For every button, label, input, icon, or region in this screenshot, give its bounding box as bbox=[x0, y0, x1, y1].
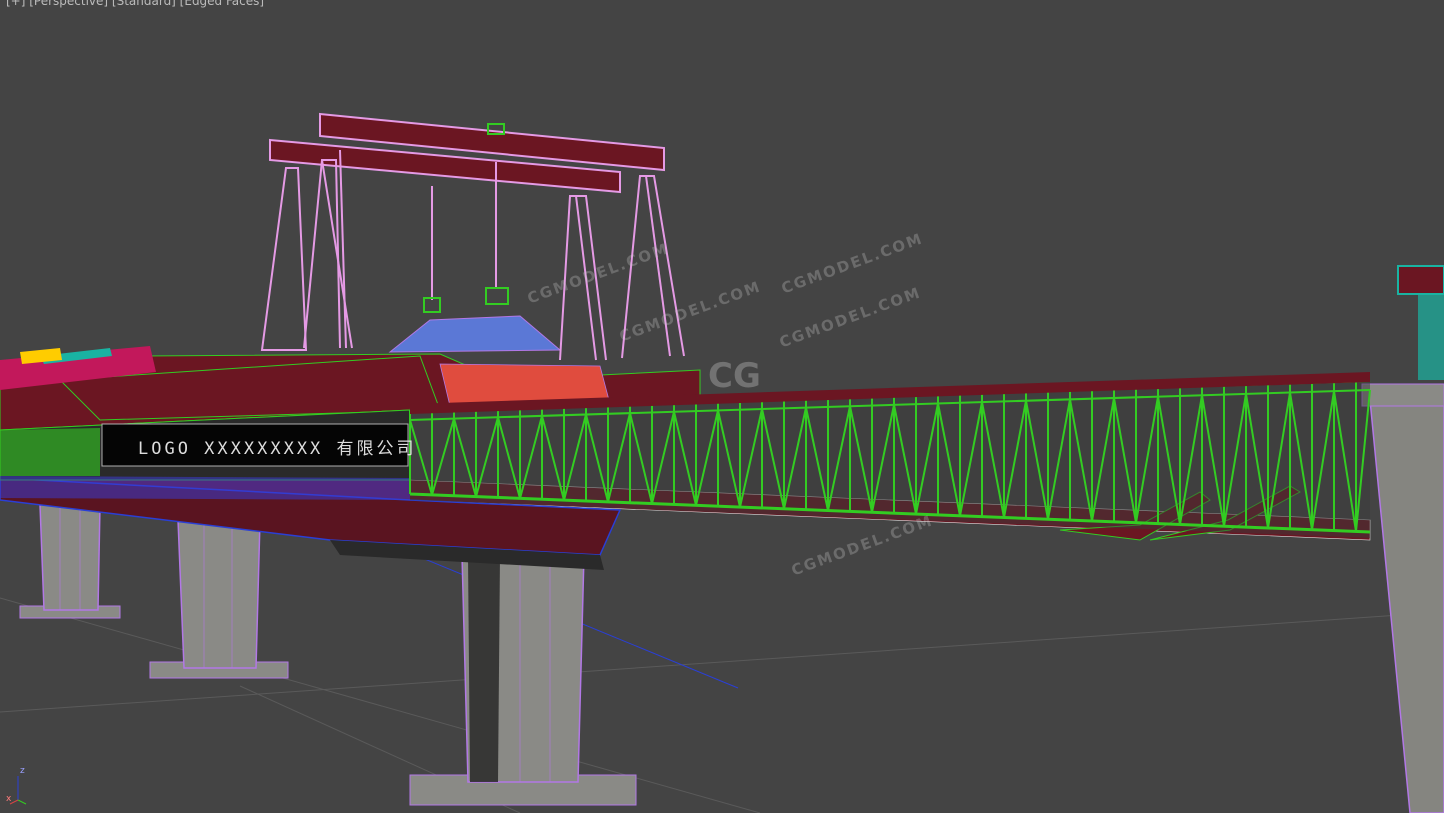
3d-viewport[interactable]: [+] [Perspective] [Standard] [Edged Face… bbox=[0, 0, 1444, 813]
gizmo-x-label: x bbox=[6, 794, 12, 804]
gizmo-z-label: z bbox=[20, 766, 25, 776]
scene-canvas[interactable] bbox=[0, 0, 1444, 813]
cgmodel-logo: CG bbox=[708, 356, 761, 396]
pier-3 bbox=[409, 554, 637, 806]
pier-right bbox=[1361, 265, 1444, 813]
banner-text: LOGO XXXXXXXXX 有限公司 bbox=[138, 439, 417, 459]
pier-1 bbox=[19, 504, 121, 619]
pier-2 bbox=[149, 519, 289, 679]
axis-gizmo bbox=[9, 776, 27, 805]
